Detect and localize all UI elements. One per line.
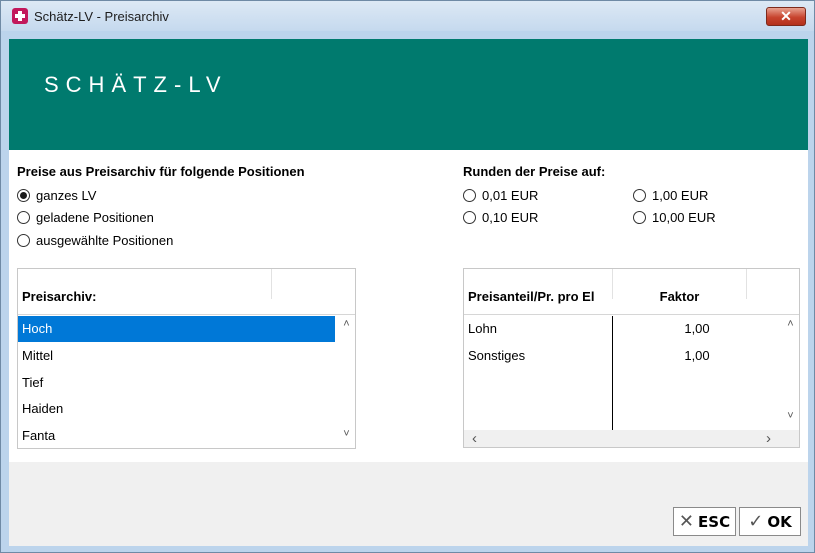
close-icon: ✕ (678, 511, 695, 532)
radio-label: 0,01 EUR (482, 188, 539, 203)
radio-button[interactable] (17, 211, 30, 224)
radio-ausgewaehlte-positionen[interactable]: ausgewählte Positionen (17, 233, 173, 248)
factor-table[interactable]: Preisanteil/Pr. pro El Faktor Lohn 1,00 … (463, 268, 800, 448)
scroll-right-icon[interactable]: › (760, 430, 777, 447)
radio-geladene-positionen[interactable]: geladene Positionen (17, 210, 154, 225)
column-divider (746, 269, 747, 299)
archive-item-tief[interactable]: Tief (18, 370, 335, 396)
column-grid-line (612, 316, 613, 430)
scroll-down-icon[interactable]: ˅ (338, 428, 355, 440)
radio-button[interactable] (633, 211, 646, 224)
banner-title: SCHÄTZ-LV (44, 72, 228, 97)
app-icon (12, 8, 28, 24)
header-banner: SCHÄTZ-LV (9, 39, 808, 150)
scroll-up-icon[interactable]: ˄ (338, 318, 355, 330)
radio-round-010[interactable]: 0,10 EUR (463, 210, 538, 225)
archive-vertical-scrollbar[interactable]: ˄ ˅ (338, 316, 355, 448)
ok-button-label: OK (767, 512, 792, 531)
radio-label: ganzes LV (36, 188, 97, 203)
esc-button-label: ESC (698, 512, 731, 531)
dialog-client-area: SCHÄTZ-LV Preise aus Preisarchiv für fol… (9, 39, 808, 546)
radio-label: 1,00 EUR (652, 188, 709, 203)
factor-table-header: Preisanteil/Pr. pro El Faktor (464, 269, 799, 315)
table-horizontal-scrollbar[interactable]: ‹ › (464, 430, 799, 447)
scroll-left-icon[interactable]: ‹ (466, 430, 483, 447)
source-group-label: Preise aus Preisarchiv für folgende Posi… (17, 164, 305, 179)
radio-round-001[interactable]: 0,01 EUR (463, 188, 538, 203)
scroll-up-icon[interactable]: ˄ (782, 318, 799, 330)
close-button[interactable]: ✕ (766, 7, 806, 26)
column-header-preisanteil[interactable]: Preisanteil/Pr. pro El (464, 269, 612, 315)
radio-round-100[interactable]: 1,00 EUR (633, 188, 708, 203)
checkmark-icon: ✓ (748, 511, 764, 532)
radio-label: 10,00 EUR (652, 210, 716, 225)
radio-label: geladene Positionen (36, 210, 154, 225)
radio-round-1000[interactable]: 10,00 EUR (633, 210, 716, 225)
radio-button[interactable] (463, 189, 476, 202)
radio-label: ausgewählte Positionen (36, 233, 174, 248)
radio-button[interactable] (17, 234, 30, 247)
table-row-factor[interactable]: 1,00 (613, 343, 781, 369)
column-header-faktor[interactable]: Faktor (613, 269, 746, 315)
archive-item-fanta[interactable]: Fanta (18, 423, 335, 448)
dialog-window: Schätz-LV - Preisarchiv ✕ SCHÄTZ-LV Prei… (0, 0, 815, 553)
radio-label: 0,10 EUR (482, 210, 539, 225)
archive-listbox[interactable]: Preisarchiv: Hoch Mittel Tief Haiden Fan… (17, 268, 356, 449)
ok-button[interactable]: ✓ OK (739, 507, 801, 536)
table-row-factor[interactable]: 1,00 (613, 316, 781, 342)
column-divider (271, 269, 272, 299)
archive-item-mittel[interactable]: Mittel (18, 343, 335, 369)
rounding-group-label: Runden der Preise auf: (463, 164, 606, 179)
scroll-down-icon[interactable]: ˅ (782, 410, 799, 422)
radio-button-checked[interactable] (17, 189, 30, 202)
options-panel: Preise aus Preisarchiv für folgende Posi… (9, 150, 808, 462)
radio-button[interactable] (463, 211, 476, 224)
archive-list-header: Preisarchiv: (18, 269, 355, 315)
archive-item-hoch[interactable]: Hoch (18, 316, 335, 342)
esc-button[interactable]: ✕ ESC (673, 507, 736, 536)
table-vertical-scrollbar[interactable]: ˄ ˅ (782, 316, 799, 430)
archive-column-header[interactable]: Preisarchiv: (18, 269, 268, 315)
archive-item-haiden[interactable]: Haiden (18, 396, 335, 422)
title-bar[interactable]: Schätz-LV - Preisarchiv ✕ (1, 1, 814, 31)
table-row-name[interactable]: Sonstiges (464, 343, 612, 369)
table-row-name[interactable]: Lohn (464, 316, 612, 342)
radio-button[interactable] (633, 189, 646, 202)
window-title: Schätz-LV - Preisarchiv (34, 9, 169, 24)
radio-ganzes-lv[interactable]: ganzes LV (17, 188, 96, 203)
